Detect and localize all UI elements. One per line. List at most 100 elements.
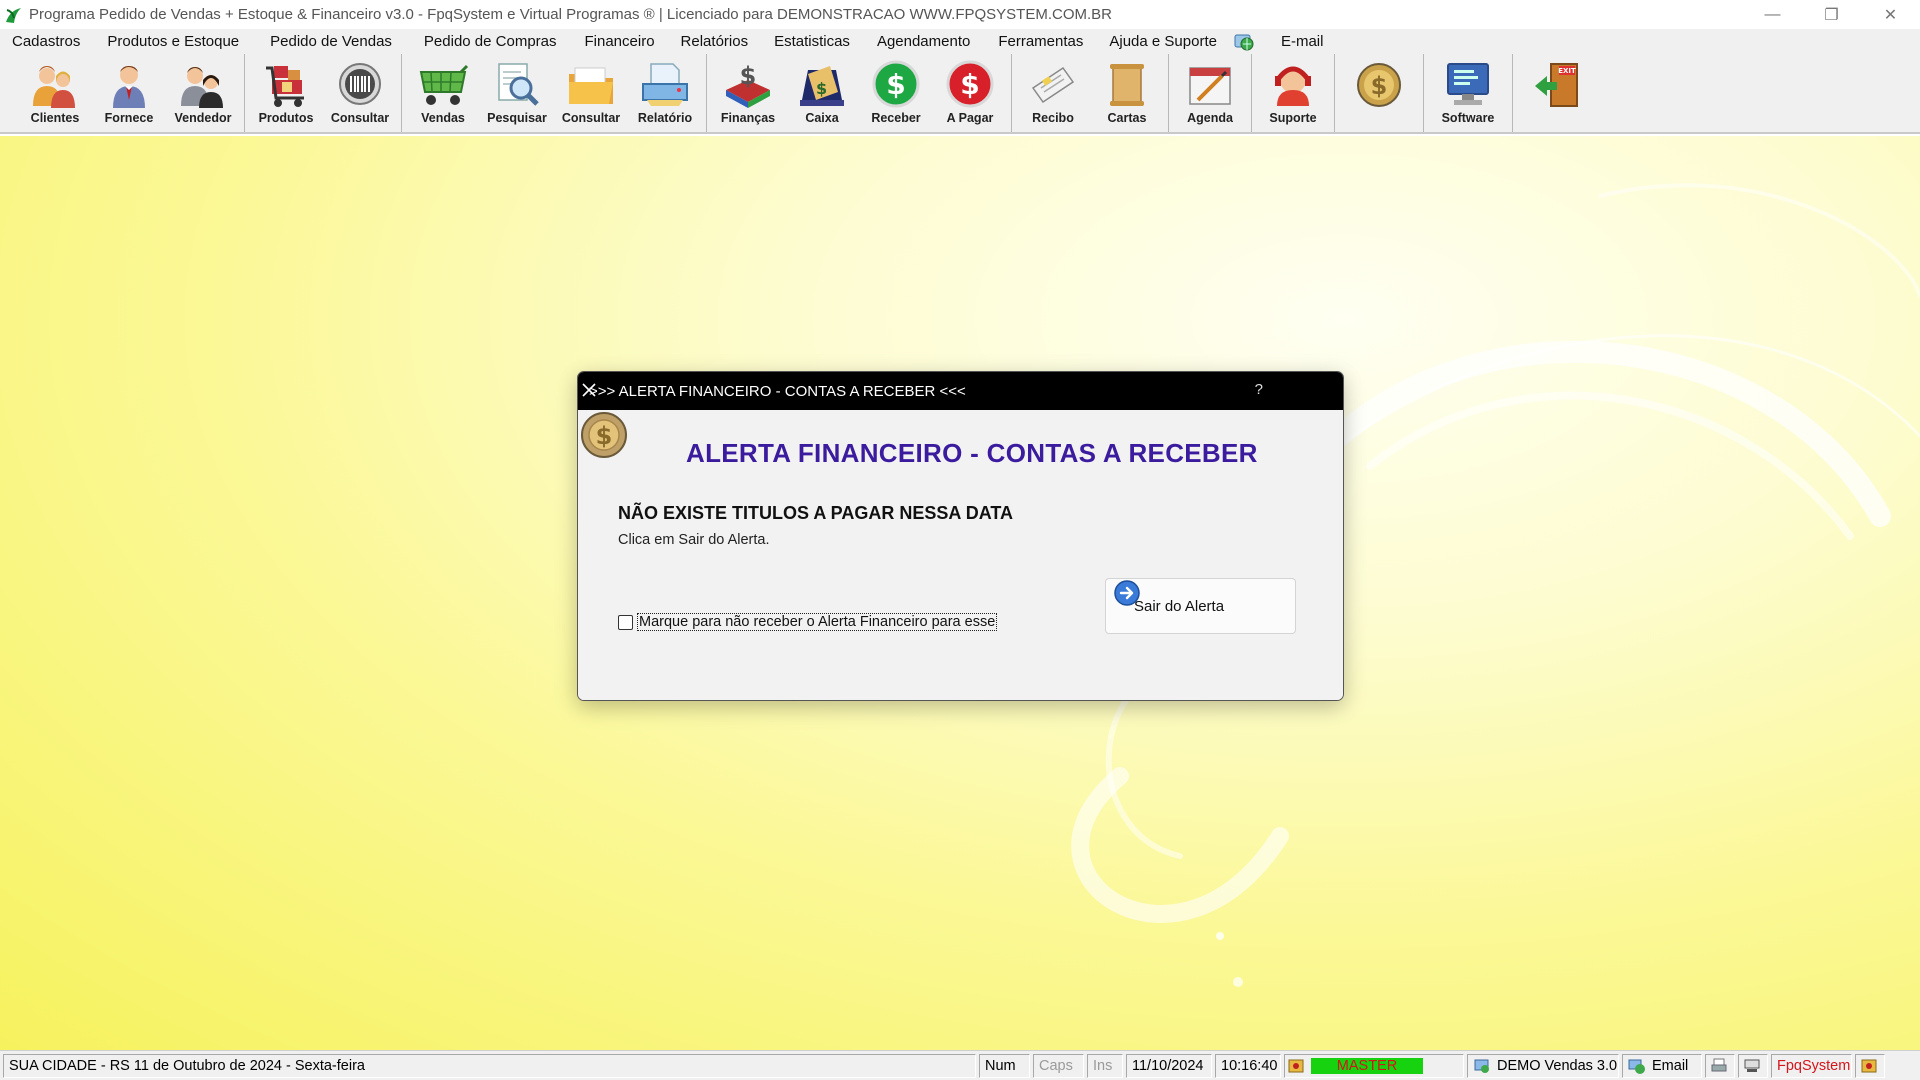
toolbar-financas-button[interactable]: $ Finanças [711, 54, 785, 132]
dialog-body: $ ALERTA FINANCEIRO - CONTAS A RECEBER N… [578, 410, 1343, 700]
toolbar-recibo-button[interactable]: Recibo [1016, 54, 1090, 132]
status-brand[interactable]: FpqSystem [1771, 1053, 1852, 1078]
menu-estatisticas[interactable]: Estatisticas [760, 33, 864, 50]
menu-relatorios[interactable]: Relatórios [667, 33, 761, 50]
toolbar-pesquisar-label: Pesquisar [487, 111, 547, 125]
toolbar-relatorio-button[interactable]: Relatório [628, 54, 702, 132]
dialog-instruction: Clica em Sair do Alerta. [618, 532, 770, 548]
exit-alert-button[interactable]: Sair do Alerta [1105, 578, 1296, 634]
window-title: Programa Pedido de Vendas + Estoque & Fi… [29, 6, 1112, 23]
toolbar-recibo-label: Recibo [1032, 111, 1074, 125]
dialog-titlebar: >>> ALERTA FINANCEIRO - CONTAS A RECEBER… [578, 372, 1343, 410]
toolbar-agenda-button[interactable]: Agenda [1173, 54, 1247, 132]
toolbar-relatorio-label: Relatório [637, 111, 693, 125]
status-email-panel[interactable]: Email [1622, 1053, 1702, 1078]
menu-ferramentas[interactable]: Ferramentas [984, 33, 1095, 50]
globe-icon[interactable] [1233, 32, 1255, 52]
lock-icon [1861, 1059, 1877, 1072]
restore-button[interactable]: ❐ [1802, 0, 1861, 29]
svg-text:$: $ [960, 68, 979, 101]
toolbar-consultar-estoque-button[interactable]: Consultar [323, 54, 397, 132]
agenda-icon [1189, 67, 1231, 105]
financial-alert-dialog: >>> ALERTA FINANCEIRO - CONTAS A RECEBER… [577, 371, 1344, 701]
status-version: DEMO Vendas 3.0 [1497, 1057, 1618, 1074]
checkbox-label[interactable]: Marque para não receber o Alerta Finance… [637, 613, 998, 631]
toolbar-software-button[interactable]: Software [1428, 54, 1508, 132]
toolbar-group-suporte: Suporte [1256, 54, 1335, 132]
status-time: 10:16:40 [1215, 1053, 1281, 1078]
toolbar-vendedor-button[interactable]: Vendedor [166, 54, 240, 132]
toolbar-coin-button[interactable]: $ [1339, 54, 1419, 132]
toolbar-cartas-button[interactable]: Cartas [1090, 54, 1164, 132]
keyboard-icon [1744, 1059, 1760, 1072]
toolbar-group-cadastros: Clientes Fornece Vendedor [18, 54, 245, 132]
toolbar-group-docs: Recibo Cartas [1016, 54, 1169, 132]
desktop-background: >>> ALERTA FINANCEIRO - CONTAS A RECEBER… [0, 136, 1920, 1050]
toolbar-consultar-vendas-button[interactable]: Consultar [554, 54, 628, 132]
toolbar-suporte-label: Suporte [1269, 111, 1317, 125]
status-keyboard-panel[interactable] [1738, 1053, 1768, 1078]
toolbar-software-label: Software [1441, 111, 1495, 125]
menu-produtos-estoque[interactable]: Produtos e Estoque [92, 33, 254, 50]
exit-alert-label: Sair do Alerta [1134, 597, 1225, 615]
pay-dollar-icon: $ [946, 60, 994, 108]
status-user-panel: MASTER [1284, 1053, 1464, 1078]
menu-pedido-compras[interactable]: Pedido de Compras [408, 33, 573, 50]
status-caps: Caps [1033, 1053, 1084, 1078]
software-monitor-icon [1447, 63, 1489, 105]
toolbar-pesquisar-button[interactable]: Pesquisar [480, 54, 554, 132]
svg-text:$: $ [816, 79, 827, 98]
arrow-right-icon [1114, 580, 1140, 606]
status-print-panel[interactable] [1705, 1053, 1735, 1078]
gold-coin-icon: $ [1357, 63, 1401, 107]
toolbar-group-coin: $ [1339, 54, 1424, 132]
dialog-help-button[interactable]: ? [1255, 381, 1263, 398]
products-cart-icon [266, 66, 304, 107]
menu-financeiro[interactable]: Financeiro [573, 33, 667, 50]
toolbar-vendas-button[interactable]: Vendas [406, 54, 480, 132]
toolbar-receber-label: Receber [871, 111, 921, 125]
receipt-icon [1031, 66, 1075, 104]
checkbox-box[interactable] [618, 614, 633, 630]
toolbar-cartas-label: Cartas [1107, 111, 1147, 125]
dialog-close-icon[interactable] [578, 379, 600, 401]
printer-icon [642, 63, 688, 106]
close-window-button[interactable]: ✕ [1861, 0, 1920, 29]
menu-agendamento[interactable]: Agendamento [864, 33, 984, 50]
toolbar-produtos-button[interactable]: Produtos [249, 54, 323, 132]
status-location-date: SUA CIDADE - RS 11 de Outubro de 2024 - … [3, 1053, 976, 1078]
toolbar-caixa-button[interactable]: $ Caixa [785, 54, 859, 132]
toolbar-consultar-estoque-label: Consultar [330, 111, 390, 125]
toolbar-produtos-label: Produtos [258, 111, 314, 125]
scroll-icon [1110, 64, 1144, 106]
toolbar-apagar-label: A Pagar [946, 111, 994, 125]
status-email[interactable]: Email [1652, 1058, 1688, 1074]
dont-show-alert-checkbox[interactable]: Marque para não receber o Alerta Finance… [618, 613, 998, 631]
toolbar-vendas-label: Vendas [421, 111, 465, 125]
receive-dollar-icon: $ [872, 60, 920, 108]
menu-pedido-vendas[interactable]: Pedido de Vendas [254, 33, 408, 50]
status-lock-panel[interactable] [1855, 1053, 1885, 1078]
toolbar-group-financeiro: $ Finanças $ Caixa $ Receber $ A Pagar [711, 54, 1012, 132]
svg-text:EXIT: EXIT [1558, 67, 1576, 75]
cashbox-icon: $ [800, 66, 844, 106]
menu-cadastros[interactable]: Cadastros [0, 33, 92, 50]
toolbar-caixa-label: Caixa [805, 111, 839, 125]
app-version-icon [1474, 1059, 1489, 1073]
toolbar-fornece-button[interactable]: Fornece [92, 54, 166, 132]
support-icon [1275, 66, 1311, 106]
toolbar-clientes-button[interactable]: Clientes [18, 54, 92, 132]
dialog-message: NÃO EXISTE TITULOS A PAGAR NESSA DATA [618, 503, 1014, 523]
toolbar-receber-button[interactable]: $ Receber [859, 54, 933, 132]
toolbar-financas-label: Finanças [720, 111, 776, 125]
print-icon [1711, 1058, 1727, 1071]
toolbar-suporte-button[interactable]: Suporte [1256, 54, 1330, 132]
menu-ajuda-suporte[interactable]: Ajuda e Suporte [1095, 33, 1233, 50]
toolbar-exit-button[interactable]: EXIT [1517, 54, 1597, 132]
toolbar-group-agenda: Agenda [1173, 54, 1252, 132]
minimize-button[interactable]: — [1743, 0, 1802, 29]
seller-icon [181, 67, 223, 108]
menu-email[interactable]: E-mail [1261, 33, 1336, 50]
toolbar-apagar-button[interactable]: $ A Pagar [933, 54, 1007, 132]
dialog-heading: ALERTA FINANCEIRO - CONTAS A RECEBER [686, 438, 1258, 468]
